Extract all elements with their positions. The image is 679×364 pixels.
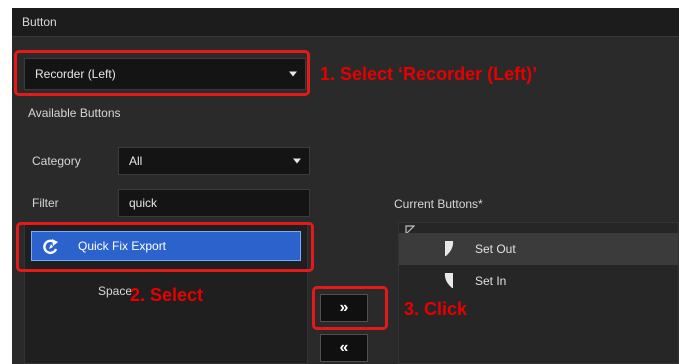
category-value: All <box>129 154 143 168</box>
filter-value: quick <box>129 196 158 210</box>
available-buttons-label: Available Buttons <box>28 106 121 120</box>
category-label: Category <box>32 154 81 168</box>
annotation-step2: 2. Select <box>130 285 204 305</box>
filter-input[interactable]: quick <box>118 189 310 217</box>
highlight-add-button <box>312 286 388 330</box>
highlight-quick-fix-export <box>16 222 314 272</box>
highlight-recorder-dropdown <box>14 50 310 96</box>
panel-title: Button <box>22 15 57 29</box>
current-buttons-label: Current Buttons* <box>394 197 483 211</box>
set-in-icon <box>444 273 453 288</box>
current-item-set-in[interactable]: Set In <box>399 265 678 297</box>
current-item-label: Set In <box>475 274 507 288</box>
remove-button[interactable]: « <box>320 334 368 362</box>
filter-label: Filter <box>32 196 59 210</box>
current-item-set-out[interactable]: Set Out <box>399 233 678 265</box>
list-item-space[interactable]: Space <box>98 284 132 298</box>
annotation-step1: 1. Select ‘Recorder (Left)’ <box>320 64 538 84</box>
annotation-step3: 3. Click <box>404 299 468 319</box>
category-dropdown[interactable]: All <box>118 147 310 175</box>
set-out-icon <box>445 241 454 256</box>
panel-header: Button <box>12 8 679 37</box>
chevron-down-icon <box>293 158 301 164</box>
current-buttons-list[interactable]: Set Out Set In <box>398 222 679 364</box>
current-item-label: Set Out <box>475 242 516 256</box>
remove-button-label: « <box>339 339 349 356</box>
